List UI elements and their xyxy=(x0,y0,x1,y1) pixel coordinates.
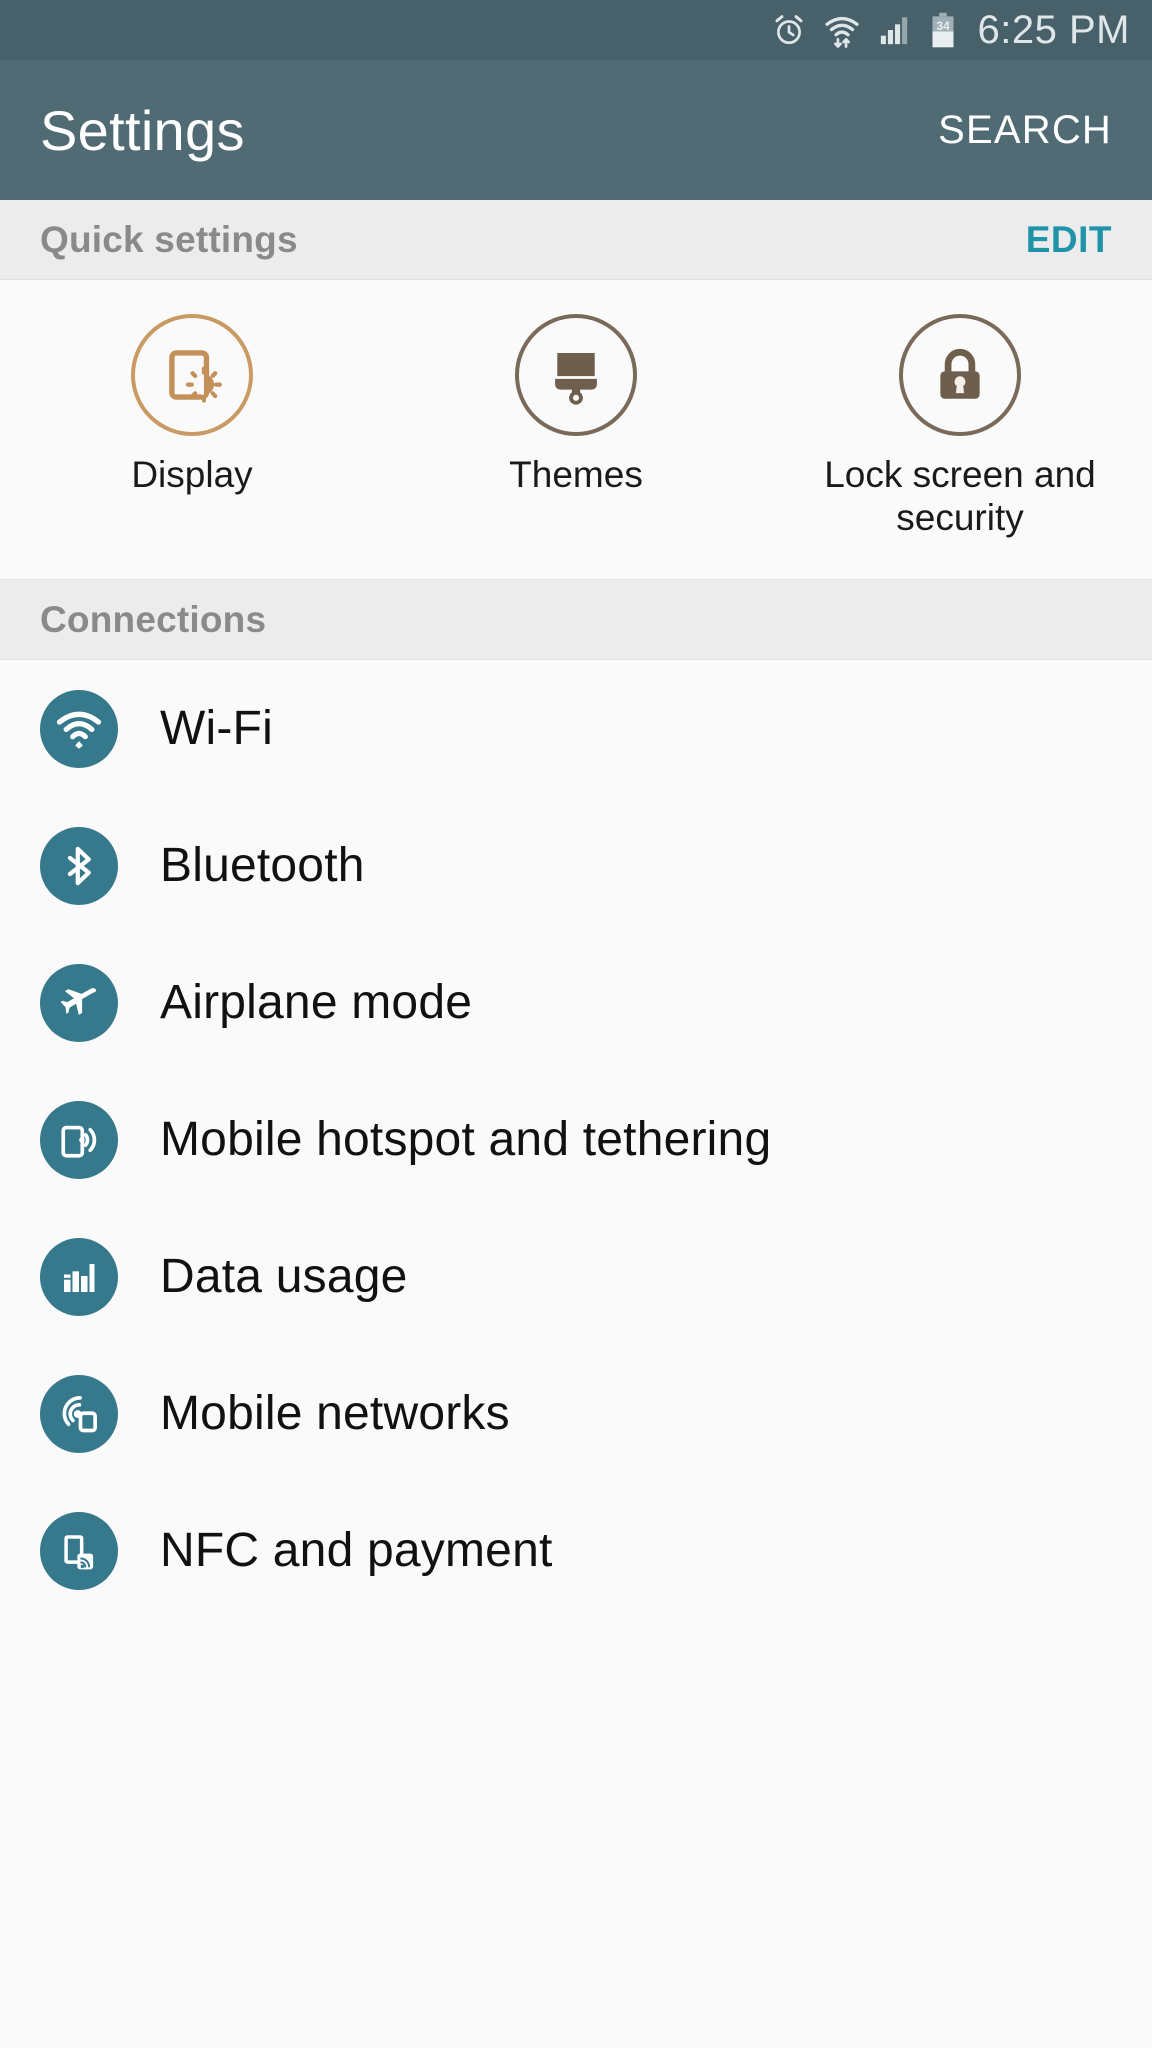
alarm-icon xyxy=(772,13,806,47)
list-item-nfc-and-payment[interactable]: NFC and payment xyxy=(0,1482,1152,1619)
data-usage-icon xyxy=(40,1237,118,1316)
connections-title: Connections xyxy=(40,598,267,640)
quick-item-display[interactable]: Display xyxy=(0,314,384,497)
page-title: Settings xyxy=(40,98,245,162)
quick-settings-title: Quick settings xyxy=(40,218,298,260)
list-item-label: Airplane mode xyxy=(160,976,473,1029)
quick-item-label: Lock screen and security xyxy=(824,454,1096,538)
display-brightness-icon xyxy=(131,314,253,436)
connections-list: Wi-Fi Bluetooth Airplane mode Mobile hot… xyxy=(0,660,1152,1619)
hotspot-icon xyxy=(40,1100,118,1179)
mobile-networks-icon xyxy=(40,1374,118,1453)
signal-icon xyxy=(878,13,912,47)
quick-item-lock-screen-and-security[interactable]: Lock screen and security xyxy=(768,314,1152,539)
list-item-bluetooth[interactable]: Bluetooth xyxy=(0,797,1152,934)
list-item-label: Wi-Fi xyxy=(160,702,273,755)
list-item-label: NFC and payment xyxy=(160,1524,553,1577)
list-item-label: Mobile hotspot and tethering xyxy=(160,1113,772,1166)
quick-item-themes[interactable]: Themes xyxy=(384,314,768,497)
list-item-mobile-networks[interactable]: Mobile networks xyxy=(0,1345,1152,1482)
search-button[interactable]: SEARCH xyxy=(938,108,1112,153)
list-item-label: Mobile networks xyxy=(160,1387,510,1440)
wifi-icon xyxy=(824,12,860,48)
quick-item-label: Display xyxy=(131,454,253,495)
wifi-icon xyxy=(40,689,118,768)
app-bar: Settings SEARCH xyxy=(0,60,1152,200)
airplane-icon xyxy=(40,963,118,1042)
battery-icon: 34 xyxy=(930,12,956,48)
nfc-icon xyxy=(40,1511,118,1590)
svg-text:34: 34 xyxy=(936,19,950,33)
connections-header: Connections xyxy=(0,580,1152,660)
list-item-data-usage[interactable]: Data usage xyxy=(0,1208,1152,1345)
list-item-airplane-mode[interactable]: Airplane mode xyxy=(0,934,1152,1071)
list-item-label: Data usage xyxy=(160,1250,408,1303)
quick-settings-row: Display Themes Lock screen and security xyxy=(0,280,1152,580)
status-clock: 6:25 PM xyxy=(977,7,1130,52)
list-item-wi-fi[interactable]: Wi-Fi xyxy=(0,660,1152,797)
padlock-icon xyxy=(899,314,1021,436)
list-item-label: Bluetooth xyxy=(160,839,365,892)
bluetooth-icon xyxy=(40,826,118,905)
quick-item-label: Themes xyxy=(509,454,643,495)
paintbrush-icon xyxy=(515,314,637,436)
status-bar: 34 6:25 PM xyxy=(0,0,1152,60)
quick-settings-header: Quick settings EDIT xyxy=(0,200,1152,280)
list-item-mobile-hotspot-and-tethering[interactable]: Mobile hotspot and tethering xyxy=(0,1071,1152,1208)
edit-button[interactable]: EDIT xyxy=(1026,219,1112,261)
